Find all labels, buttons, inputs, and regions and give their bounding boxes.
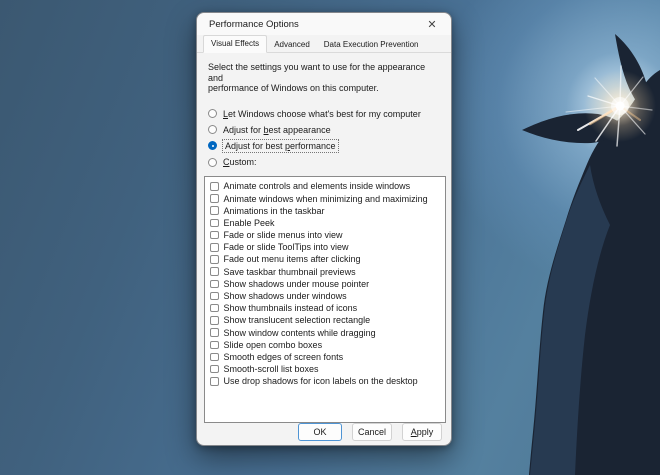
radio-label: Adjust for best appearance [223,124,331,135]
checkbox-label: Use drop shadows for icon labels on the … [223,376,418,387]
tab-visual-effects[interactable]: Visual Effects [203,35,268,53]
checkbox-unchecked-icon[interactable] [210,303,219,313]
list-item[interactable]: Use drop shadows for icon labels on the … [210,375,445,387]
list-item[interactable]: Show shadows under windows [210,290,445,302]
list-item[interactable]: Show window contents while dragging [210,327,445,339]
list-item[interactable]: Animate windows when minimizing and maxi… [210,192,445,204]
list-item[interactable]: Save taskbar thumbnail previews [210,266,445,278]
radio-let-windows-choose[interactable]: Let Windows choose what's best for my co… [208,106,444,122]
checkbox-unchecked-icon[interactable] [210,291,219,301]
radio-button-selected-icon [208,141,217,151]
checkbox-label: Show translucent selection rectangle [223,315,371,326]
list-item[interactable]: Smooth-scroll list boxes [210,363,445,375]
checkbox-label: Show shadows under windows [223,291,347,302]
checkbox-unchecked-icon[interactable] [210,255,219,264]
checkbox-unchecked-icon[interactable] [210,279,219,289]
performance-options-dialog: Performance Options ✕ Visual Effects Adv… [196,12,452,446]
close-icon: ✕ [427,18,437,31]
close-button[interactable]: ✕ [419,15,445,33]
cancel-button[interactable]: Cancel [352,423,392,441]
list-item[interactable]: Show shadows under mouse pointer [210,278,445,290]
checkbox-label: Animations in the taskbar [223,205,325,216]
settings-description: Select the settings you want to use for … [208,62,426,93]
checkbox-unchecked-icon[interactable] [210,218,219,228]
apply-button[interactable]: Apply [402,423,442,441]
checkbox-unchecked-icon[interactable] [210,340,219,350]
tab-data-execution-prevention[interactable]: Data Execution Prevention [317,38,426,52]
checkbox-label: Fade or slide ToolTips into view [223,242,349,253]
checkbox-unchecked-icon[interactable] [210,267,219,276]
list-item[interactable]: Animations in the taskbar [210,205,445,217]
checkbox-unchecked-icon[interactable] [210,243,219,252]
list-item[interactable]: Smooth edges of screen fonts [210,351,445,363]
radio-label: Custom: [223,157,257,168]
checkbox-label: Save taskbar thumbnail previews [223,266,356,277]
checkbox-label: Show shadows under mouse pointer [223,278,370,289]
radio-button-icon [208,157,217,167]
list-item[interactable]: Enable Peek [210,217,445,229]
radio-button-icon [208,125,217,135]
checkbox-unchecked-icon[interactable] [210,182,219,191]
checkbox-unchecked-icon[interactable] [210,377,219,386]
checkbox-unchecked-icon[interactable] [210,194,219,203]
checkbox-label: Smooth-scroll list boxes [223,364,319,375]
checkbox-label: Enable Peek [223,217,275,228]
checkbox-unchecked-icon[interactable] [210,230,219,240]
tab-strip: Visual Effects Advanced Data Execution P… [197,35,451,53]
list-item[interactable]: Fade out menu items after clicking [210,253,445,265]
checkbox-label: Animate windows when minimizing and maxi… [223,193,428,204]
checkbox-label: Animate controls and elements inside win… [223,181,411,192]
checkbox-label: Slide open combo boxes [223,339,323,350]
ok-button[interactable]: OK [298,423,342,441]
radio-adjust-best-appearance[interactable]: Adjust for best appearance [208,122,444,138]
checkbox-label: Show window contents while dragging [223,327,376,338]
checkbox-unchecked-icon[interactable] [210,364,219,374]
checkbox-unchecked-icon[interactable] [210,206,219,215]
radio-adjust-best-performance[interactable]: Adjust for best performance [208,138,444,154]
list-item[interactable]: Fade or slide ToolTips into view [210,241,445,253]
dialog-button-row: OK Cancel Apply [298,423,442,441]
list-item[interactable]: Slide open combo boxes [210,339,445,351]
checkbox-label: Fade out menu items after clicking [223,254,361,265]
checkbox-label: Smooth edges of screen fonts [223,351,344,362]
list-item[interactable]: Show translucent selection rectangle [210,314,445,326]
list-item[interactable]: Animate controls and elements inside win… [210,180,445,192]
radio-custom[interactable]: Custom: [208,154,444,170]
list-item[interactable]: Show thumbnails instead of icons [210,302,445,314]
dialog-titlebar[interactable]: Performance Options ✕ [197,13,451,35]
performance-radio-group: Let Windows choose what's best for my co… [208,106,444,171]
checkbox-label: Show thumbnails instead of icons [223,303,358,314]
dialog-title: Performance Options [209,18,299,30]
checkbox-unchecked-icon[interactable] [210,328,219,337]
radio-button-icon [208,109,217,119]
visual-effects-list: Animate controls and elements inside win… [204,176,446,424]
checkbox-unchecked-icon[interactable] [210,316,219,325]
desktop-background: Performance Options ✕ Visual Effects Adv… [0,0,660,475]
radio-label: Let Windows choose what's best for my co… [223,108,421,119]
checkbox-label: Fade or slide menus into view [223,230,343,241]
list-item[interactable]: Fade or slide menus into view [210,229,445,241]
tab-page-visual-effects: Select the settings you want to use for … [197,62,451,424]
radio-label: Adjust for best performance [222,138,339,153]
checkbox-unchecked-icon[interactable] [210,352,219,362]
tab-advanced[interactable]: Advanced [267,38,317,52]
